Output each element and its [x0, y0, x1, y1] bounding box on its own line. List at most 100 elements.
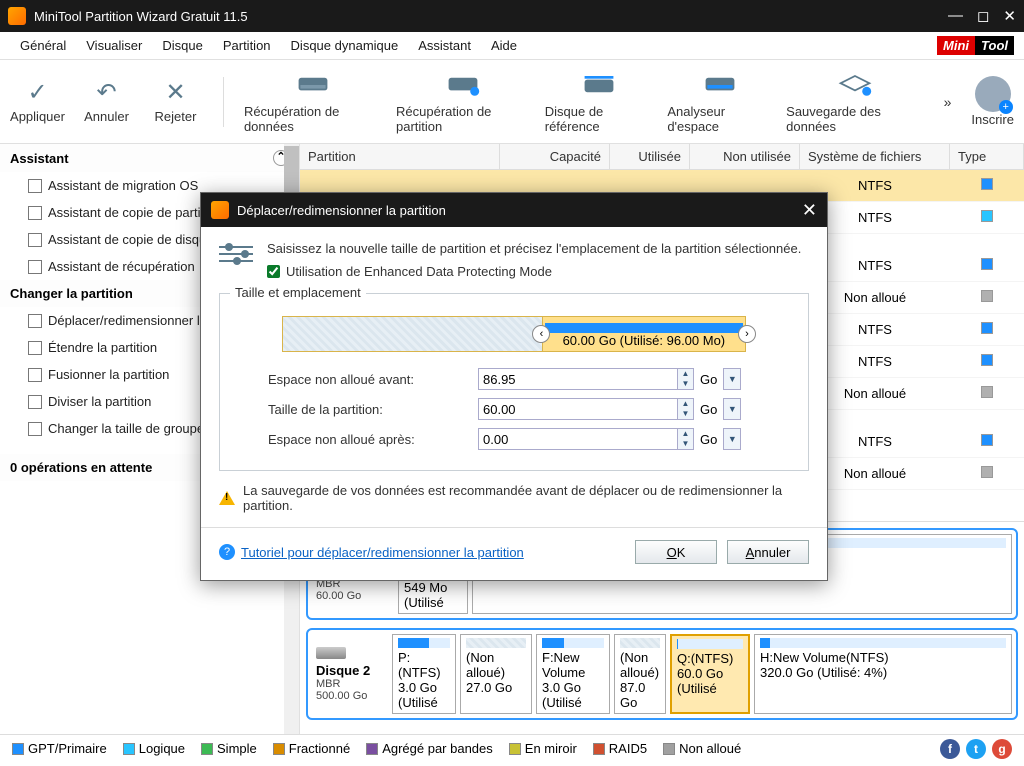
data-recovery-button[interactable]: Récupération de données	[244, 70, 382, 134]
menu-disk[interactable]: Disque	[152, 34, 212, 57]
partition-box[interactable]: H:New Volume(NTFS)320.0 Go (Utilisé: 4%)	[754, 634, 1012, 714]
toolbar-more[interactable]: »	[944, 94, 952, 110]
size-input[interactable]	[478, 368, 678, 390]
unit-dropdown[interactable]: ▼	[723, 428, 741, 450]
size-input[interactable]	[478, 398, 678, 420]
partition-box[interactable]: F:New Volume3.0 Go (Utilisé	[536, 634, 610, 714]
statusbar: GPT/PrimaireLogiqueSimpleFractionnéAgrég…	[0, 734, 1024, 762]
unit-label: Go	[700, 432, 717, 447]
dialog-title: Déplacer/redimensionner la partition	[237, 203, 446, 218]
tb-label: Sauvegarde des données	[786, 104, 923, 134]
spinner[interactable]: ▲▼	[678, 398, 694, 420]
drive-icon	[293, 70, 333, 100]
legend-item: Fractionné	[273, 741, 350, 756]
partition-slider[interactable]: 60.00 Go (Utilisé: 96.00 Mo) ‹ ›	[282, 316, 746, 352]
google-plus-icon[interactable]: g	[992, 739, 1012, 759]
close-button[interactable]: ✕	[1003, 7, 1016, 25]
size-input-row: Espace non alloué après: ▲▼ Go ▼	[268, 428, 796, 450]
col-capacity[interactable]: Capacité	[500, 144, 610, 169]
cancel-rest: nnuler	[754, 545, 790, 560]
field-label: Espace non alloué après:	[268, 432, 478, 447]
app-icon	[211, 201, 229, 219]
maximize-button[interactable]: ◻	[977, 7, 989, 25]
legend-item: GPT/Primaire	[12, 741, 107, 756]
cancel-button[interactable]: Annuler	[727, 540, 809, 564]
enhanced-mode-input[interactable]	[267, 265, 280, 278]
drive-scan-icon	[579, 70, 619, 100]
field-label: Taille de la partition:	[268, 402, 478, 417]
split-icon	[28, 395, 42, 409]
menu-partition[interactable]: Partition	[213, 34, 281, 57]
size-input-row: Taille de la partition: ▲▼ Go ▼	[268, 398, 796, 420]
ok-rest: K	[677, 545, 686, 560]
titlebar: MiniTool Partition Wizard Gratuit 11.5 —…	[0, 0, 1024, 32]
benchmark-button[interactable]: Disque de référence	[545, 70, 654, 134]
backup-button[interactable]: Sauvegarde des données	[786, 70, 923, 134]
col-filesystem[interactable]: Système de fichiers	[800, 144, 950, 169]
spinner[interactable]: ▲▼	[678, 368, 694, 390]
legend-item: RAID5	[593, 741, 647, 756]
sidebar-header-wizard[interactable]: Assistant⌃	[0, 144, 299, 172]
drive-search-icon	[700, 70, 740, 100]
space-analyzer-button[interactable]: Analyseur d'espace	[667, 70, 772, 134]
twitter-icon[interactable]: t	[966, 739, 986, 759]
apply-button[interactable]: ✓Appliquer	[10, 79, 65, 124]
col-unused[interactable]: Non utilisée	[690, 144, 800, 169]
partition-box[interactable]: (Non alloué)27.0 Go	[460, 634, 532, 714]
col-partition[interactable]: Partition	[300, 144, 500, 169]
unit-dropdown[interactable]: ▼	[723, 368, 741, 390]
legend-item: Simple	[201, 741, 257, 756]
menubar: Général Visualiser Disque Partition Disq…	[0, 32, 1024, 60]
unit-label: Go	[700, 372, 717, 387]
enhanced-mode-checkbox[interactable]: Utilisation de Enhanced Data Protecting …	[267, 264, 801, 279]
disk-icon	[316, 647, 346, 659]
unit-dropdown[interactable]: ▼	[723, 398, 741, 420]
ok-button[interactable]: OK	[635, 540, 717, 564]
partition-box[interactable]: P:(NTFS)3.0 Go (Utilisé	[392, 634, 456, 714]
discard-button[interactable]: ✕Rejeter	[148, 79, 203, 124]
grid-header: Partition Capacité Utilisée Non utilisée…	[300, 144, 1024, 170]
spinner[interactable]: ▲▼	[678, 428, 694, 450]
resize-icon	[28, 314, 42, 328]
menu-general[interactable]: Général	[10, 34, 76, 57]
partition-recovery-button[interactable]: Récupération de partition	[396, 70, 531, 134]
recovery-icon	[28, 260, 42, 274]
partition-box[interactable]: (Non alloué)87.0 Go	[614, 634, 666, 714]
discard-label: Rejeter	[155, 109, 197, 124]
slider-handle-left[interactable]: ‹	[532, 325, 550, 343]
drive-refresh-icon	[443, 70, 483, 100]
legend-item: Logique	[123, 741, 185, 756]
partition-box[interactable]: Q:(NTFS)60.0 Go (Utilisé	[670, 634, 750, 714]
move-resize-dialog: Déplacer/redimensionner la partition ✕ S…	[200, 192, 828, 581]
facebook-icon[interactable]: f	[940, 739, 960, 759]
menu-dynamic-disk[interactable]: Disque dynamique	[281, 34, 409, 57]
sliders-icon	[219, 241, 253, 275]
slider-partition: 60.00 Go (Utilisé: 96.00 Mo)	[542, 317, 745, 351]
undo-button[interactable]: ↶Annuler	[79, 79, 134, 124]
size-input[interactable]	[478, 428, 678, 450]
legend-item: En miroir	[509, 741, 577, 756]
col-used[interactable]: Utilisée	[610, 144, 690, 169]
app-title: MiniTool Partition Wizard Gratuit 11.5	[34, 9, 948, 24]
merge-icon	[28, 368, 42, 382]
slider-handle-right[interactable]: ›	[738, 325, 756, 343]
menu-help[interactable]: Aide	[481, 34, 527, 57]
menu-wizard[interactable]: Assistant	[408, 34, 481, 57]
extend-icon	[28, 341, 42, 355]
field-label: Espace non alloué avant:	[268, 372, 478, 387]
undo-icon: ↶	[91, 79, 123, 105]
col-type[interactable]: Type	[950, 144, 1024, 169]
tutorial-link[interactable]: Tutoriel pour déplacer/redimensionner la…	[241, 545, 524, 560]
tb-label: Disque de référence	[545, 104, 654, 134]
disk-block[interactable]: Disque 2MBR500.00 GoP:(NTFS)3.0 Go (Util…	[306, 628, 1018, 720]
legend-item: Non alloué	[663, 741, 741, 756]
subscribe-button[interactable]: Inscrire	[971, 76, 1014, 127]
tb-label: Récupération de données	[244, 104, 382, 134]
menu-view[interactable]: Visualiser	[76, 34, 152, 57]
copy-icon	[28, 206, 42, 220]
minimize-button[interactable]: —	[948, 7, 963, 25]
warning-message: La sauvegarde de vos données est recomma…	[219, 483, 809, 513]
dialog-close-button[interactable]: ✕	[802, 200, 817, 221]
apply-label: Appliquer	[10, 109, 65, 124]
unit-label: Go	[700, 402, 717, 417]
